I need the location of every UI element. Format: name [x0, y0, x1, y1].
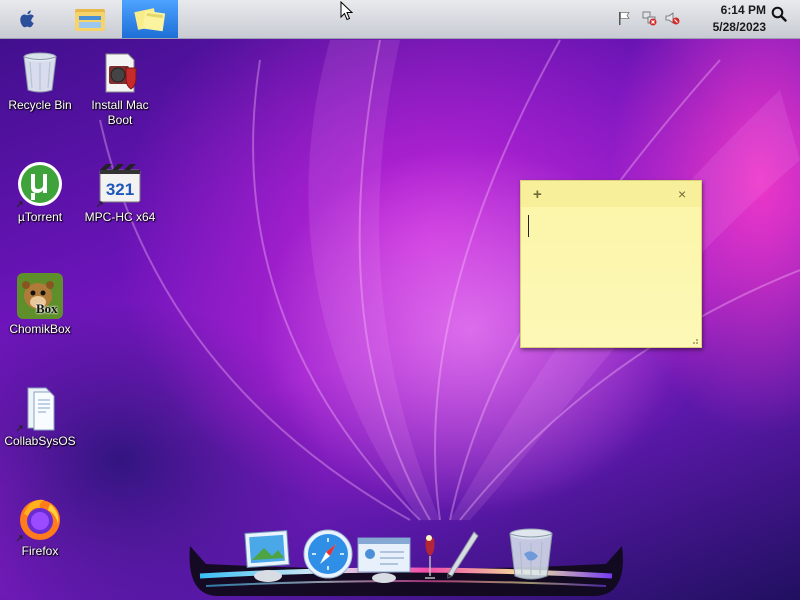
desktop-icon-label: Install Mac Boot [91, 98, 149, 127]
search-icon[interactable] [771, 6, 787, 22]
dock-item-safari[interactable] [302, 528, 354, 585]
clock-date[interactable]: 5/28/2023 [700, 20, 766, 34]
sticky-notes-taskbar-button[interactable] [122, 0, 178, 38]
wine-glass-icon [425, 535, 435, 579]
top-taskbar: 6:14 PM 5/28/2023 [0, 0, 800, 39]
desktop-icon-label: Recycle Bin [8, 98, 72, 112]
settings-window-icon [357, 537, 411, 583]
apple-menu-icon[interactable] [16, 8, 40, 30]
chomikbox-shortcut[interactable]: Box ChomikBox [0, 272, 80, 337]
desktop-icon-label: Firefox [21, 544, 59, 558]
sticky-note-titlebar[interactable]: + × [521, 181, 701, 207]
shortcut-arrow-icon [16, 535, 23, 542]
mpc-counter-digits: 321 [105, 180, 135, 199]
dock-item-wine-glass[interactable] [420, 532, 440, 589]
mpc-hc-shortcut[interactable]: 321 MPC-HC x64 [80, 160, 160, 225]
network-disconnected-icon[interactable] [641, 10, 657, 26]
desktop-icon-label: CollabSysOS [4, 434, 76, 448]
clock-time[interactable]: 6:14 PM [700, 3, 766, 17]
safari-compass-icon [303, 529, 353, 579]
trash-can-icon [509, 528, 553, 580]
sticky-note-text-area[interactable] [527, 211, 695, 331]
photo-frame-icon [244, 530, 290, 582]
resize-grip-icon[interactable] [689, 335, 699, 345]
collabsysos-shortcut[interactable]: CollabSysOS [0, 384, 80, 449]
sticky-note-window[interactable]: + × [520, 180, 702, 348]
desktop-icon-label: ChomikBox [9, 322, 71, 336]
shortcut-arrow-icon [16, 425, 23, 432]
dock-item-pen[interactable] [442, 528, 482, 589]
shortcut-arrow-icon [16, 201, 23, 208]
recycle-bin-shortcut[interactable]: Recycle Bin [0, 48, 80, 113]
file-explorer-taskbar-button[interactable] [62, 0, 118, 38]
add-note-button[interactable]: + [533, 186, 542, 203]
action-center-flag-icon[interactable] [616, 10, 632, 26]
dock-item-photos[interactable] [242, 528, 294, 589]
install-mac-boot-shortcut[interactable]: Install Mac Boot [80, 48, 160, 128]
dock [176, 524, 636, 600]
installer-package-icon [105, 53, 137, 93]
recycle-bin-icon [23, 52, 57, 93]
utorrent-shortcut[interactable]: µTorrent [0, 160, 80, 225]
volume-muted-icon[interactable] [664, 10, 680, 26]
desktop-icon-label: µTorrent [17, 210, 63, 224]
dock-item-system-preferences[interactable] [356, 534, 412, 589]
pen-icon [447, 531, 479, 579]
chomikbox-badge: Box [36, 301, 58, 316]
text-caret [528, 215, 529, 237]
close-note-button[interactable]: × [678, 186, 686, 202]
desktop-icon-label: MPC-HC x64 [84, 210, 156, 224]
dock-item-trash[interactable] [506, 526, 556, 591]
folder-icon [75, 9, 105, 31]
firefox-shortcut[interactable]: Firefox [0, 494, 80, 559]
shortcut-arrow-icon [96, 201, 103, 208]
sticky-notes-icon [134, 8, 166, 32]
mouse-pointer-icon [340, 1, 354, 21]
